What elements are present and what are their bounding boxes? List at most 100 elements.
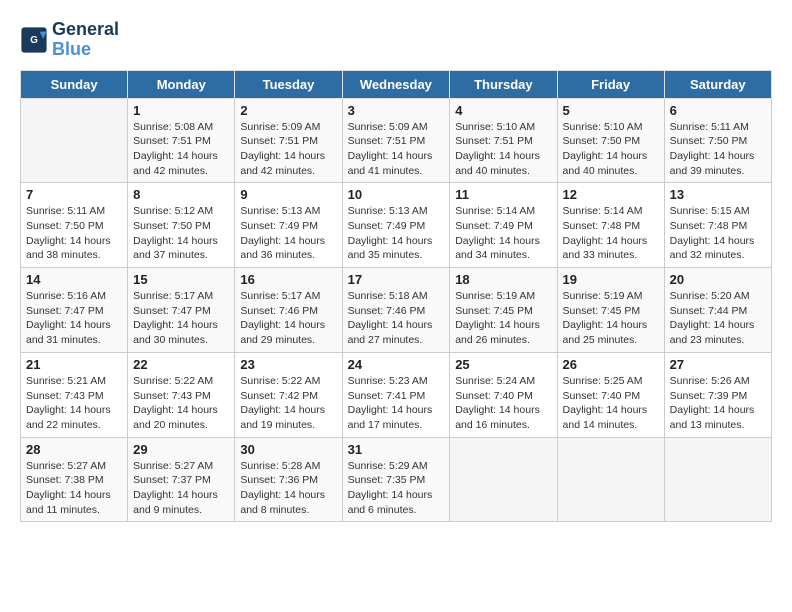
day-number: 17 xyxy=(348,272,445,287)
day-info: Sunrise: 5:13 AM Sunset: 7:49 PM Dayligh… xyxy=(348,204,445,263)
day-number: 1 xyxy=(133,103,229,118)
column-header-thursday: Thursday xyxy=(450,70,557,98)
calendar-cell: 25 Sunrise: 5:24 AM Sunset: 7:40 PM Dayli… xyxy=(450,352,557,437)
calendar-week-row: 14 Sunrise: 5:16 AM Sunset: 7:47 PM Dayli… xyxy=(21,268,772,353)
day-number: 20 xyxy=(670,272,766,287)
calendar-cell: 13 Sunrise: 5:15 AM Sunset: 7:48 PM Dayli… xyxy=(664,183,771,268)
column-header-tuesday: Tuesday xyxy=(235,70,342,98)
calendar-cell: 7 Sunrise: 5:11 AM Sunset: 7:50 PM Daylig… xyxy=(21,183,128,268)
day-number: 5 xyxy=(563,103,659,118)
calendar-cell: 26 Sunrise: 5:25 AM Sunset: 7:40 PM Dayli… xyxy=(557,352,664,437)
day-number: 23 xyxy=(240,357,336,372)
day-number: 9 xyxy=(240,187,336,202)
day-info: Sunrise: 5:13 AM Sunset: 7:49 PM Dayligh… xyxy=(240,204,336,263)
calendar-cell: 18 Sunrise: 5:19 AM Sunset: 7:45 PM Dayli… xyxy=(450,268,557,353)
day-info: Sunrise: 5:14 AM Sunset: 7:49 PM Dayligh… xyxy=(455,204,551,263)
day-number: 4 xyxy=(455,103,551,118)
calendar-header: SundayMondayTuesdayWednesdayThursdayFrid… xyxy=(21,70,772,98)
calendar-cell: 31 Sunrise: 5:29 AM Sunset: 7:35 PM Dayli… xyxy=(342,437,450,522)
calendar-cell: 8Sunrise: 5:12 AM Sunset: 7:50 PM Daylig… xyxy=(128,183,235,268)
day-info: Sunrise: 5:22 AM Sunset: 7:43 PM Dayligh… xyxy=(133,374,229,433)
day-info: Sunrise: 5:11 AM Sunset: 7:50 PM Dayligh… xyxy=(26,204,122,263)
day-number: 22 xyxy=(133,357,229,372)
calendar-cell: 23 Sunrise: 5:22 AM Sunset: 7:42 PM Dayli… xyxy=(235,352,342,437)
calendar-cell: 28 Sunrise: 5:27 AM Sunset: 7:38 PM Dayli… xyxy=(21,437,128,522)
calendar-cell: 5Sunrise: 5:10 AM Sunset: 7:50 PM Daylig… xyxy=(557,98,664,183)
day-number: 21 xyxy=(26,357,122,372)
day-info: Sunrise: 5:27 AM Sunset: 7:37 PM Dayligh… xyxy=(133,459,229,518)
calendar-cell: 2Sunrise: 5:09 AM Sunset: 7:51 PM Daylig… xyxy=(235,98,342,183)
day-info: Sunrise: 5:17 AM Sunset: 7:47 PM Dayligh… xyxy=(133,289,229,348)
day-number: 25 xyxy=(455,357,551,372)
day-info: Sunrise: 5:19 AM Sunset: 7:45 PM Dayligh… xyxy=(563,289,659,348)
column-header-sunday: Sunday xyxy=(21,70,128,98)
column-header-saturday: Saturday xyxy=(664,70,771,98)
calendar-week-row: 7 Sunrise: 5:11 AM Sunset: 7:50 PM Daylig… xyxy=(21,183,772,268)
day-number: 6 xyxy=(670,103,766,118)
calendar-cell: 6Sunrise: 5:11 AM Sunset: 7:50 PM Daylig… xyxy=(664,98,771,183)
calendar-cell: 12 Sunrise: 5:14 AM Sunset: 7:48 PM Dayli… xyxy=(557,183,664,268)
day-number: 7 xyxy=(26,187,122,202)
calendar-cell: 1Sunrise: 5:08 AM Sunset: 7:51 PM Daylig… xyxy=(128,98,235,183)
calendar-cell: 17 Sunrise: 5:18 AM Sunset: 7:46 PM Dayli… xyxy=(342,268,450,353)
svg-text:G: G xyxy=(30,35,38,46)
calendar-cell: 27 Sunrise: 5:26 AM Sunset: 7:39 PM Dayli… xyxy=(664,352,771,437)
calendar-cell xyxy=(664,437,771,522)
day-number: 10 xyxy=(348,187,445,202)
calendar-week-row: 21Sunrise: 5:21 AM Sunset: 7:43 PM Dayli… xyxy=(21,352,772,437)
calendar-cell: 4 Sunrise: 5:10 AM Sunset: 7:51 PM Daylig… xyxy=(450,98,557,183)
logo: G General Blue xyxy=(20,20,119,60)
calendar-cell: 19Sunrise: 5:19 AM Sunset: 7:45 PM Dayli… xyxy=(557,268,664,353)
column-header-friday: Friday xyxy=(557,70,664,98)
day-info: Sunrise: 5:16 AM Sunset: 7:47 PM Dayligh… xyxy=(26,289,122,348)
calendar-cell: 15 Sunrise: 5:17 AM Sunset: 7:47 PM Dayli… xyxy=(128,268,235,353)
day-info: Sunrise: 5:09 AM Sunset: 7:51 PM Dayligh… xyxy=(348,120,445,179)
calendar-cell: 11 Sunrise: 5:14 AM Sunset: 7:49 PM Dayli… xyxy=(450,183,557,268)
day-info: Sunrise: 5:14 AM Sunset: 7:48 PM Dayligh… xyxy=(563,204,659,263)
calendar-cell: 10 Sunrise: 5:13 AM Sunset: 7:49 PM Dayli… xyxy=(342,183,450,268)
page-header: G General Blue xyxy=(20,20,772,60)
day-number: 11 xyxy=(455,187,551,202)
day-number: 28 xyxy=(26,442,122,457)
logo-text: General Blue xyxy=(52,20,119,60)
calendar-cell: 20Sunrise: 5:20 AM Sunset: 7:44 PM Dayli… xyxy=(664,268,771,353)
day-number: 12 xyxy=(563,187,659,202)
calendar-cell: 30Sunrise: 5:28 AM Sunset: 7:36 PM Dayli… xyxy=(235,437,342,522)
day-info: Sunrise: 5:18 AM Sunset: 7:46 PM Dayligh… xyxy=(348,289,445,348)
calendar-cell: 22 Sunrise: 5:22 AM Sunset: 7:43 PM Dayli… xyxy=(128,352,235,437)
day-info: Sunrise: 5:17 AM Sunset: 7:46 PM Dayligh… xyxy=(240,289,336,348)
day-info: Sunrise: 5:25 AM Sunset: 7:40 PM Dayligh… xyxy=(563,374,659,433)
calendar-table: SundayMondayTuesdayWednesdayThursdayFrid… xyxy=(20,70,772,523)
calendar-cell: 24Sunrise: 5:23 AM Sunset: 7:41 PM Dayli… xyxy=(342,352,450,437)
day-number: 26 xyxy=(563,357,659,372)
day-info: Sunrise: 5:19 AM Sunset: 7:45 PM Dayligh… xyxy=(455,289,551,348)
day-number: 2 xyxy=(240,103,336,118)
calendar-cell xyxy=(450,437,557,522)
column-header-wednesday: Wednesday xyxy=(342,70,450,98)
calendar-cell: 21Sunrise: 5:21 AM Sunset: 7:43 PM Dayli… xyxy=(21,352,128,437)
calendar-cell: 16Sunrise: 5:17 AM Sunset: 7:46 PM Dayli… xyxy=(235,268,342,353)
day-number: 18 xyxy=(455,272,551,287)
day-info: Sunrise: 5:23 AM Sunset: 7:41 PM Dayligh… xyxy=(348,374,445,433)
calendar-cell: 29Sunrise: 5:27 AM Sunset: 7:37 PM Dayli… xyxy=(128,437,235,522)
day-info: Sunrise: 5:27 AM Sunset: 7:38 PM Dayligh… xyxy=(26,459,122,518)
calendar-week-row: 1Sunrise: 5:08 AM Sunset: 7:51 PM Daylig… xyxy=(21,98,772,183)
day-number: 8 xyxy=(133,187,229,202)
calendar-cell xyxy=(557,437,664,522)
day-info: Sunrise: 5:22 AM Sunset: 7:42 PM Dayligh… xyxy=(240,374,336,433)
day-number: 30 xyxy=(240,442,336,457)
day-info: Sunrise: 5:10 AM Sunset: 7:51 PM Dayligh… xyxy=(455,120,551,179)
calendar-cell: 14 Sunrise: 5:16 AM Sunset: 7:47 PM Dayli… xyxy=(21,268,128,353)
day-number: 15 xyxy=(133,272,229,287)
day-info: Sunrise: 5:26 AM Sunset: 7:39 PM Dayligh… xyxy=(670,374,766,433)
day-info: Sunrise: 5:15 AM Sunset: 7:48 PM Dayligh… xyxy=(670,204,766,263)
day-number: 14 xyxy=(26,272,122,287)
day-number: 27 xyxy=(670,357,766,372)
day-number: 13 xyxy=(670,187,766,202)
calendar-cell: 9 Sunrise: 5:13 AM Sunset: 7:49 PM Daylig… xyxy=(235,183,342,268)
calendar-cell: 3Sunrise: 5:09 AM Sunset: 7:51 PM Daylig… xyxy=(342,98,450,183)
day-number: 31 xyxy=(348,442,445,457)
calendar-cell xyxy=(21,98,128,183)
day-info: Sunrise: 5:24 AM Sunset: 7:40 PM Dayligh… xyxy=(455,374,551,433)
day-info: Sunrise: 5:29 AM Sunset: 7:35 PM Dayligh… xyxy=(348,459,445,518)
